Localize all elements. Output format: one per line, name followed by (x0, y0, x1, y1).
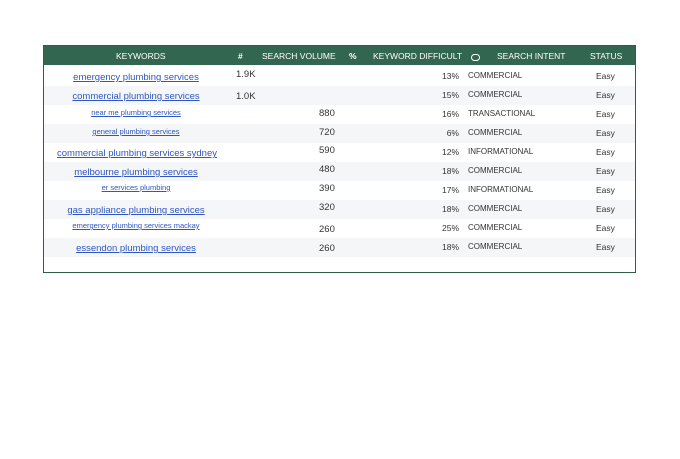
header-search-volume: SEARCH VOLUME (262, 51, 336, 61)
intent-cell: INFORMATIONAL (468, 185, 534, 194)
keyword-link[interactable]: near me plumbing services (41, 108, 231, 117)
status-cell: Easy (596, 166, 615, 176)
intent-cell: COMMERCIAL (468, 128, 523, 137)
status-cell: Easy (596, 128, 615, 138)
header-keywords: KEYWORDS (116, 51, 166, 61)
volume-cell: 480 (319, 164, 335, 175)
intent-cell: COMMERCIAL (468, 223, 523, 232)
volume-cell: 260 (319, 224, 335, 235)
intent-cell: COMMERCIAL (468, 242, 523, 251)
table-row: commercial plumbing services 1.0K 15% CO… (44, 86, 635, 105)
status-cell: Easy (596, 109, 615, 119)
header-status: STATUS (590, 51, 623, 61)
kd-cell: 18% (441, 242, 459, 252)
kd-cell: 12% (441, 147, 459, 157)
kd-cell: 18% (441, 204, 459, 214)
keyword-link[interactable]: commercial plumbing services sydney (41, 148, 233, 159)
status-cell: Easy (596, 185, 615, 195)
status-cell: Easy (596, 71, 615, 81)
keyword-link[interactable]: general plumbing services (41, 127, 231, 136)
header-percent: % (349, 51, 357, 61)
table-row: emergency plumbing services mackay 260 2… (44, 219, 635, 238)
volume-cell: 1.9K (236, 69, 256, 80)
table-row: commercial plumbing services sydney 590 … (44, 143, 635, 162)
kd-cell: 15% (441, 90, 459, 100)
intent-cell: COMMERCIAL (468, 204, 523, 213)
kd-cell: 16% (441, 109, 459, 119)
table-row: essendon plumbing services 260 18% COMME… (44, 238, 635, 257)
volume-cell: 880 (319, 108, 335, 119)
table-row: gas appliance plumbing services 320 18% … (44, 200, 635, 219)
kd-cell: 6% (446, 128, 459, 138)
status-cell: Easy (596, 242, 615, 252)
volume-cell: 720 (319, 127, 335, 138)
status-cell: Easy (596, 204, 615, 214)
volume-cell: 590 (319, 145, 335, 156)
table-header: KEYWORDS # SEARCH VOLUME % KEYWORD DIFFI… (44, 46, 635, 65)
header-hash: # (238, 51, 243, 61)
kd-cell: 17% (441, 185, 459, 195)
status-cell: Easy (596, 90, 615, 100)
keyword-link[interactable]: melbourne plumbing services (41, 167, 231, 178)
keyword-table: KEYWORDS # SEARCH VOLUME % KEYWORD DIFFI… (43, 45, 636, 273)
status-cell: Easy (596, 223, 615, 233)
kd-cell: 18% (441, 166, 459, 176)
header-search-intent: SEARCH INTENT (497, 51, 566, 61)
kd-cell: 13% (441, 71, 459, 81)
intent-cell: COMMERCIAL (468, 71, 523, 80)
table-row: emergency plumbing services 1.9K 13% COM… (44, 67, 635, 86)
kd-cell: 25% (441, 223, 459, 233)
status-cell: Easy (596, 147, 615, 157)
header-keyword-difficulty: KEYWORD DIFFICULT (373, 51, 463, 61)
keyword-link[interactable]: essendon plumbing services (41, 243, 231, 254)
keyword-link[interactable]: er services plumbing (41, 183, 231, 192)
intent-cell: TRANSACTIONAL (468, 109, 536, 118)
intent-cell: COMMERCIAL (468, 166, 523, 175)
table-row: melbourne plumbing services 480 18% COMM… (44, 162, 635, 181)
volume-cell: 320 (319, 202, 335, 213)
intent-cell: COMMERCIAL (468, 90, 523, 99)
volume-cell: 1.0K (236, 91, 256, 102)
table-row: er services plumbing 390 17% INFORMATION… (44, 181, 635, 200)
keyword-link[interactable]: gas appliance plumbing services (41, 205, 231, 216)
intent-cell: INFORMATIONAL (468, 147, 534, 156)
volume-cell: 260 (319, 243, 335, 254)
table-row: near me plumbing services 880 16% TRANSA… (44, 105, 635, 124)
keyword-link[interactable]: commercial plumbing services (41, 91, 231, 102)
table-row: general plumbing services 720 6% COMMERC… (44, 124, 635, 143)
circle-icon (471, 52, 480, 62)
keyword-link[interactable]: emergency plumbing services (41, 72, 231, 83)
volume-cell: 390 (319, 183, 335, 194)
keyword-link[interactable]: emergency plumbing services mackay (41, 221, 231, 230)
